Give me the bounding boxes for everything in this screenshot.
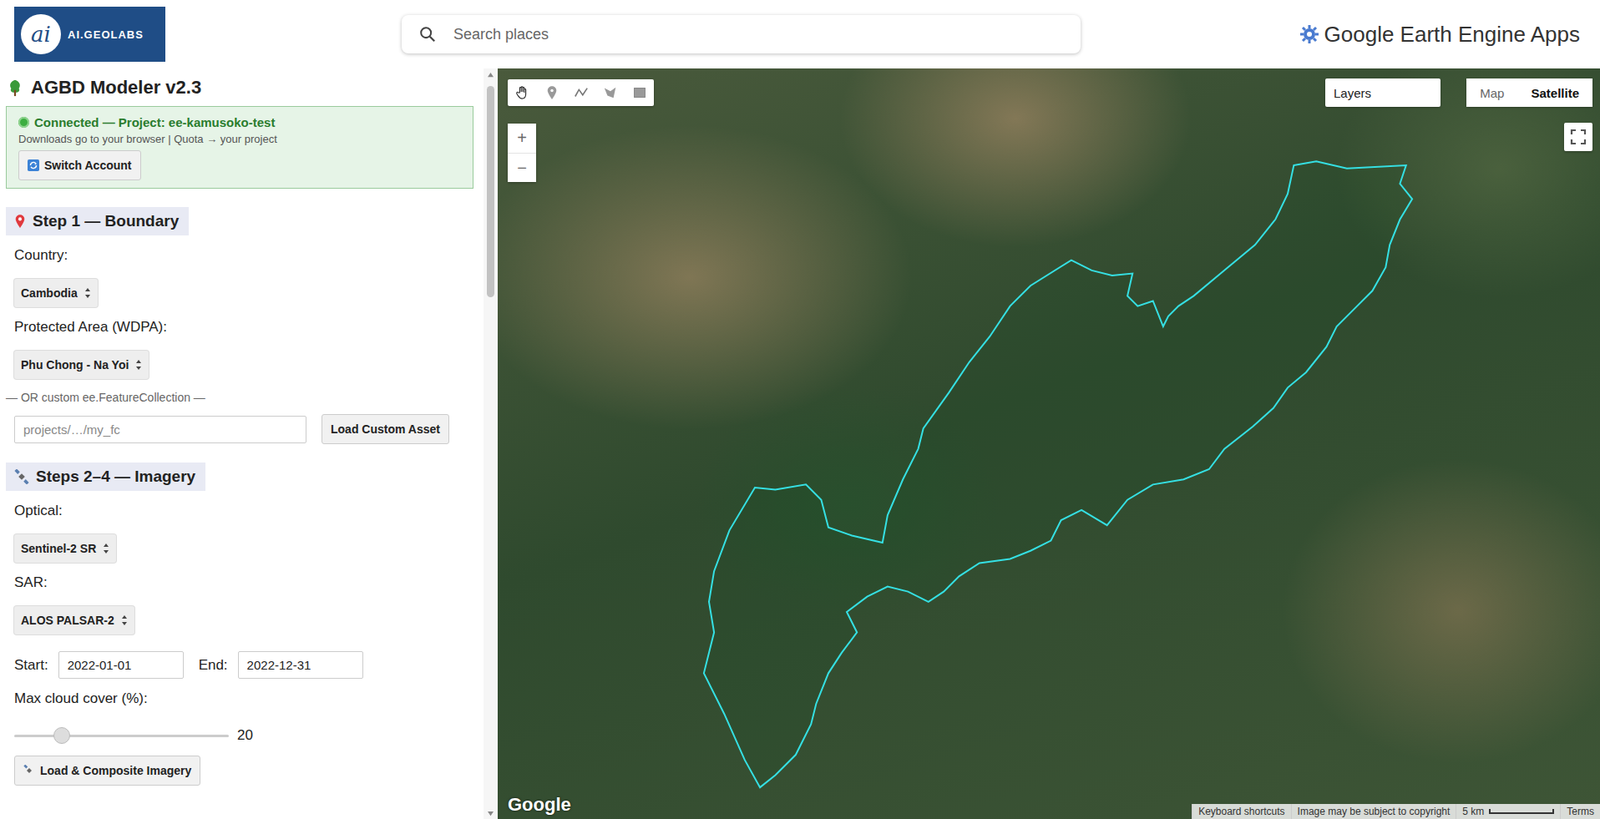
dropdown[interactable]: Phu Chong - Na Yoi xyxy=(14,350,149,380)
pin-icon xyxy=(546,85,558,101)
updown-arrow-icon xyxy=(84,287,92,299)
top-bar: ai AI.GEOLABS Google Earth Engine Apps xyxy=(0,0,1600,69)
protected-area-boundary xyxy=(497,68,1600,819)
switch-account-button[interactable]: Switch Account xyxy=(18,150,142,181)
search-input[interactable] xyxy=(451,25,1064,45)
fullscreen-icon xyxy=(1569,128,1587,146)
scroll-down-icon[interactable] xyxy=(483,807,498,819)
status-dot xyxy=(18,116,30,128)
field-label: Optical: xyxy=(5,502,474,520)
load-asset-button[interactable]: Load Custom Asset xyxy=(321,414,450,445)
scrollbar[interactable] xyxy=(483,68,498,819)
side-panel: AGBD Modeler v2.3 Connected — Project: ee… xyxy=(0,68,498,819)
asset-input[interactable] xyxy=(14,415,307,444)
logo-name: AI.GEOLABS xyxy=(67,28,144,41)
dropdown[interactable]: Cambodia xyxy=(14,278,98,308)
app-title-text: Google Earth Engine Apps xyxy=(1324,21,1580,48)
connection-note: Downloads go to your browser | Quota → y… xyxy=(18,132,461,146)
scrollbar-thumb[interactable] xyxy=(486,86,495,298)
composite-button[interactable]: Load & Composite Imagery xyxy=(14,755,201,786)
dropdown[interactable]: Sentinel-2 SR xyxy=(14,534,117,563)
field-label: Protected Area (WDPA): xyxy=(5,318,474,336)
app-page: ai AI.GEOLABS Google Earth Engine Apps AGBD… xyxy=(0,0,1600,819)
zoom-control: +− xyxy=(507,123,537,183)
field-label: Country: xyxy=(5,247,474,264)
slider-thumb[interactable] xyxy=(53,727,71,745)
tree-icon xyxy=(5,78,25,97)
panel-title: AGBD Modeler v2.3 xyxy=(5,76,474,99)
updown-arrow-icon xyxy=(135,359,142,371)
slider-field: Max cloud cover (%): 20 xyxy=(5,690,474,745)
refresh-icon xyxy=(27,159,40,172)
slider-reading: 20 xyxy=(237,727,254,745)
fullscreen-button[interactable] xyxy=(1564,122,1593,152)
logo[interactable]: ai AI.GEOLABS xyxy=(14,6,166,62)
updown-arrow-icon xyxy=(102,542,110,555)
connection-box: Connected — Project: ee-kamusoko-test Dow… xyxy=(5,106,474,189)
satellite-icon xyxy=(14,469,30,485)
slider-row: 20 xyxy=(5,727,474,745)
end-label: End: xyxy=(198,657,228,674)
rectangle-tool[interactable] xyxy=(624,79,654,107)
divider-note: — OR custom ee.FeatureCollection — xyxy=(5,390,474,405)
zoom-button[interactable]: + xyxy=(507,123,537,153)
magnifier-icon xyxy=(418,25,437,44)
satellite-icon xyxy=(23,764,36,777)
field-label: SAR: xyxy=(5,574,474,592)
start-date-input[interactable] xyxy=(58,651,184,679)
polygon-tool[interactable] xyxy=(595,79,625,107)
select-field: SAR: ALOS PALSAR-2 xyxy=(5,574,474,635)
google-logo: Google xyxy=(507,794,572,816)
app-title[interactable]: Google Earth Engine Apps xyxy=(1299,21,1580,48)
field-label: Max cloud cover (%): xyxy=(5,690,474,708)
end-date-input[interactable] xyxy=(237,651,364,679)
date-range: Start: End: xyxy=(5,651,474,679)
dropdown[interactable]: ALOS PALSAR-2 xyxy=(14,606,135,635)
logo-mark: ai xyxy=(20,14,61,55)
layers-dropdown[interactable]: Layers xyxy=(1325,78,1441,107)
pin-icon xyxy=(14,213,26,229)
slider-track[interactable] xyxy=(14,734,229,738)
drawing-toolbar xyxy=(507,79,654,107)
polygon-icon xyxy=(602,85,618,101)
map-type-button[interactable]: Map xyxy=(1466,78,1518,107)
app-body: AGBD Modeler v2.3 Connected — Project: ee… xyxy=(0,68,1600,819)
attribution-link[interactable]: Keyboard shortcuts xyxy=(1191,804,1291,819)
polyline-icon xyxy=(573,85,589,101)
map-view[interactable]: +− Layers MapSatellite Google Keyboard short… xyxy=(497,68,1600,819)
line-tool[interactable] xyxy=(566,79,596,107)
select-field: Country: Cambodia xyxy=(5,247,474,308)
panel-content: AGBD Modeler v2.3 Connected — Project: ee… xyxy=(0,68,484,819)
zoom-button[interactable]: − xyxy=(507,152,537,183)
pan-tool[interactable] xyxy=(507,79,537,107)
select-field: Protected Area (WDPA): Phu Chong - Na Yoi xyxy=(5,318,474,380)
map-type-button[interactable]: Satellite xyxy=(1517,78,1593,107)
updown-arrow-icon xyxy=(121,614,128,627)
section-header: Step 1 — Boundary xyxy=(5,207,189,236)
attribution-link[interactable]: Image may be subject to copyright xyxy=(1291,804,1457,819)
scale-line xyxy=(1488,809,1555,815)
earth-engine-icon xyxy=(1299,24,1320,45)
asset-row: Load Custom Asset xyxy=(5,414,474,445)
scroll-up-icon[interactable] xyxy=(483,68,498,81)
scale-bar: 5 km xyxy=(1455,804,1560,819)
section-header: Steps 2–4 — Imagery xyxy=(5,462,206,492)
attribution-bar: Keyboard shortcutsImage may be subject t… xyxy=(1191,804,1600,819)
rectangle-icon xyxy=(632,86,647,100)
connection-status: Connected — Project: ee-kamusoko-test xyxy=(18,115,461,130)
hand-icon xyxy=(515,85,531,101)
map-type-toggle: MapSatellite xyxy=(1466,78,1593,107)
start-label: Start: xyxy=(14,657,49,674)
marker-tool[interactable] xyxy=(536,79,567,107)
terms-link[interactable]: Terms xyxy=(1559,804,1600,819)
panel-section: Step 1 — Boundary Country: Cambodia Protect… xyxy=(5,207,474,445)
panel-section: Steps 2–4 — Imagery Optical: Sentinel-2 SR… xyxy=(5,462,474,786)
scrollbar-track[interactable] xyxy=(483,80,498,808)
search-box[interactable] xyxy=(401,15,1081,54)
select-field: Optical: Sentinel-2 SR xyxy=(5,502,474,563)
button-field: Load & Composite Imagery xyxy=(5,755,474,786)
